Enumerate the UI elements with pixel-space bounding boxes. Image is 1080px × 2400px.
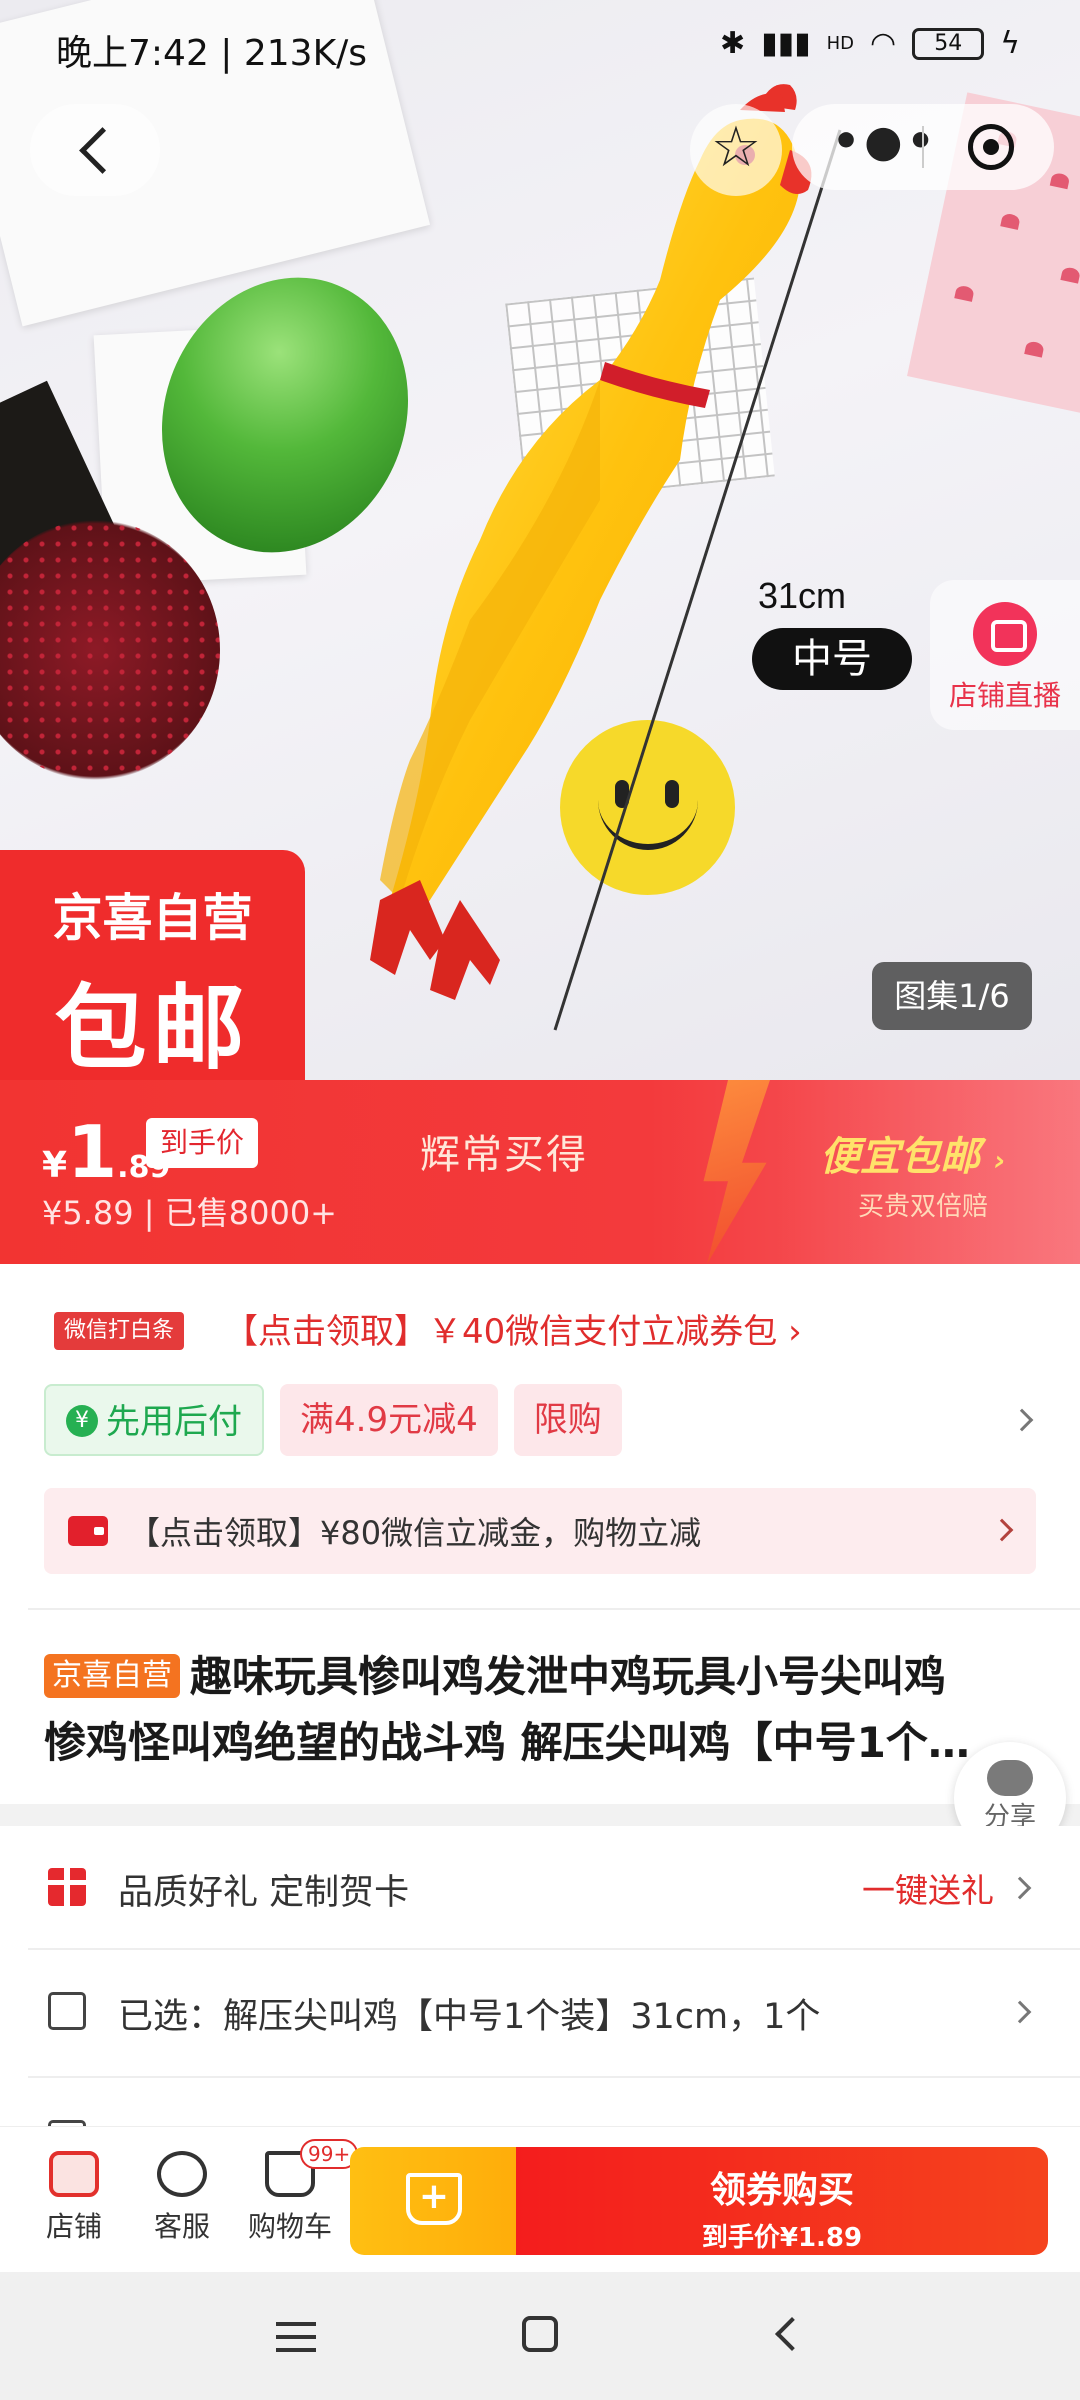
capsule-divider: [922, 126, 924, 168]
miniprogram-capsule: •●•: [792, 104, 1054, 190]
shop-icon: [49, 2151, 99, 2197]
battery-level: 54: [934, 30, 963, 56]
star-outline-icon: ☆: [710, 115, 762, 180]
product-title-line2: 惨鸡怪叫鸡绝望的战斗鸡 解压尖叫鸡【中号1个…: [44, 1718, 970, 1767]
favorite-button[interactable]: ☆: [690, 104, 782, 196]
target-icon[interactable]: [968, 124, 1014, 170]
limit-chip[interactable]: 限购: [513, 1384, 622, 1456]
battery-icon: 54: [912, 27, 985, 60]
coupon-text: 【点击领取】¥80微信立减金，购物立减: [128, 1514, 702, 1552]
home-icon[interactable]: [522, 2316, 558, 2352]
cart-button[interactable]: 99+ 购物车: [240, 2139, 359, 2245]
self-operated-free-shipping-badge: 京喜自营 包邮: [0, 850, 305, 1080]
gift-icon: [48, 1862, 86, 1906]
chevron-right-icon: ›: [993, 1144, 1006, 1177]
original-price-sold-count: ¥5.89 | 已售8000+: [42, 1194, 337, 1232]
network-type: HD: [826, 33, 855, 54]
add-to-cart-button[interactable]: +: [350, 2147, 516, 2255]
gift-row-text: 品质好礼 定制贺卡: [118, 1873, 410, 1913]
chevron-right-icon: [1008, 1876, 1032, 1900]
buy-label: 领券购买: [709, 2170, 854, 2211]
chevron-right-icon: [990, 1518, 1014, 1542]
final-price-tag: 到手价: [146, 1118, 258, 1168]
price-bar: ¥1.89 到手价 ¥5.89 | 已售8000+ 辉常买得 便宜包邮 › 买贵…: [0, 1080, 1080, 1264]
bluetooth-icon: ✱: [719, 26, 746, 61]
selected-spec-text: 已选：解压尖叫鸡【中号1个装】31cm，1个: [118, 1997, 821, 2037]
promo-subtitle: 买贵双倍赔: [858, 1192, 989, 1222]
buy-final-price: 到手价¥1.89: [701, 2223, 863, 2253]
back-icon[interactable]: [775, 2317, 809, 2351]
wallet-icon: [68, 1516, 108, 1546]
cart-plus-icon: +: [406, 2173, 462, 2225]
store-live-label: 店铺直播: [948, 679, 1061, 712]
recent-apps-icon[interactable]: [276, 2322, 316, 2352]
selected-spec-row[interactable]: 已选：解压尖叫鸡【中号1个装】31cm，1个: [0, 1950, 1080, 2074]
wechat-credit-tag: 微信打白条: [54, 1312, 185, 1350]
spec-doc-icon: [48, 1992, 86, 2030]
product-title: 京喜自营 趣味玩具惨叫鸡发泄中鸡玩具小号尖叫鸡: [44, 1644, 1014, 1710]
wifi-icon: ◠: [870, 26, 897, 61]
badge-line1: 京喜自营: [52, 889, 253, 947]
pay-later-chip[interactable]: ¥ 先用后付: [44, 1384, 264, 1456]
currency-symbol: ¥: [42, 1145, 68, 1186]
info-rows: 品质好礼 定制贺卡 一键送礼 已选：解压尖叫鸡【中号1个装】31cm，1个 预计…: [0, 1826, 1080, 2165]
price-integer: 1: [67, 1110, 118, 1194]
price-slogan: 辉常买得: [420, 1132, 588, 1178]
back-button[interactable]: [30, 104, 160, 196]
shop-label: 店铺: [45, 2210, 102, 2243]
service-label: 客服: [153, 2210, 210, 2243]
size-measure-label: 31cm: [758, 575, 847, 616]
system-navigation-bar: [0, 2272, 1080, 2400]
lightning-icon: [703, 1080, 770, 1264]
self-operated-tag: 京喜自营: [44, 1654, 180, 1698]
wechat-cash-coupon-bar[interactable]: 【点击领取】¥80微信立减金，购物立减: [44, 1488, 1036, 1574]
gift-row[interactable]: 品质好礼 定制贺卡 一键送礼: [0, 1826, 1080, 1950]
gift-action[interactable]: 一键送礼: [862, 1864, 994, 1912]
charging-icon: ϟ: [1000, 26, 1020, 61]
wechat-icon: [987, 1760, 1033, 1796]
bottom-action-bar: 店铺 客服 99+ 购物车 + 领券购买 到手价¥1.89: [0, 2126, 1080, 2272]
chevron-right-icon: [1008, 2000, 1032, 2024]
status-icons: ✱ ▮▮▮ HD ◠ 54 ϟ: [720, 26, 1020, 61]
store-live-button[interactable]: 店铺直播: [930, 580, 1080, 730]
signal-icon: ▮▮▮: [761, 26, 811, 61]
divider: [28, 1608, 1080, 1610]
shop-button[interactable]: 店铺: [24, 2151, 124, 2245]
gallery-counter[interactable]: 图集1/6: [872, 962, 1032, 1030]
pay-later-icon: ¥: [66, 1404, 98, 1437]
discount-chip[interactable]: 满4.9元减4: [280, 1384, 498, 1456]
buy-with-coupon-button[interactable]: 领券购买 到手价¥1.89: [516, 2147, 1048, 2255]
promo-title-text: 便宜包邮: [820, 1134, 980, 1180]
chat-icon: [157, 2151, 207, 2197]
product-title-line1: 趣味玩具惨叫鸡发泄中鸡玩具小号尖叫鸡: [190, 1652, 947, 1701]
customer-service-button[interactable]: 客服: [132, 2151, 232, 2245]
status-bar: 晚上7:42 | 213K/s ✱ ▮▮▮ HD ◠ 54 ϟ: [0, 0, 1080, 96]
badge-line2: 包邮: [54, 975, 251, 1080]
pay-later-label: 先用后付: [106, 1402, 242, 1442]
status-time: 晚上7:42 | 213K/s: [56, 33, 368, 74]
size-tag: 中号: [752, 628, 912, 690]
chevron-right-icon[interactable]: [1010, 1408, 1034, 1432]
promotion-card: 微信打白条 【点击领取】￥40微信支付立减券包 › ¥ 先用后付 满4.9元减4 …: [0, 1264, 1080, 1804]
promo-title[interactable]: 便宜包邮 ›: [820, 1124, 1005, 1182]
cart-label: 购物车: [247, 2210, 332, 2243]
promotion-chips[interactable]: ¥ 先用后付 满4.9元减4 限购: [44, 1384, 622, 1456]
live-tv-icon: [973, 602, 1037, 666]
wechat-coupon-link[interactable]: 【点击领取】￥40微信支付立减券包 ›: [224, 1304, 802, 1353]
